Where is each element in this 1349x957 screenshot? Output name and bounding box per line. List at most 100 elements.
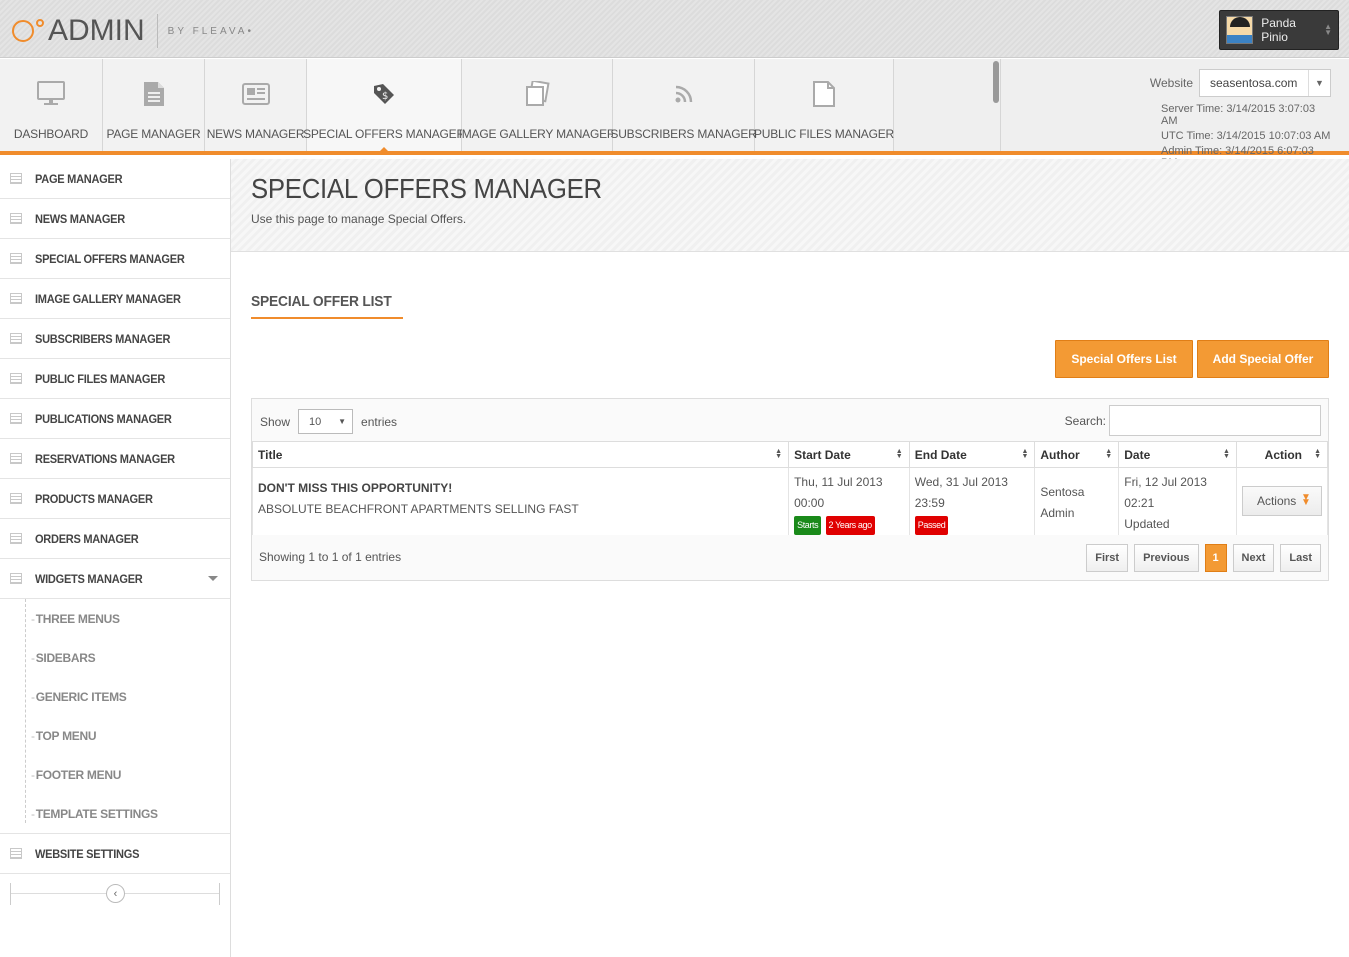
sidebar-item-page-manager[interactable]: PAGE MANAGER [0, 159, 230, 199]
nav-dashboard[interactable]: DASHBOARD [0, 59, 103, 151]
sidebar-subitem-template-settings[interactable]: - TEMPLATE SETTINGS [0, 794, 230, 833]
user-menu[interactable]: Panda Pinio ▲ ▼ [1219, 10, 1339, 50]
pagination: First Previous 1 Next Last [1080, 544, 1321, 572]
offer-subtitle: ABSOLUTE BEACHFRONT APARTMENTS SELLING F… [258, 502, 579, 516]
column-header-title[interactable]: Title ▲ ▼ [251, 441, 790, 468]
sidebar-subitem-three-menus[interactable]: - THREE MENUS [0, 599, 230, 638]
status-badge: Passed [914, 516, 949, 535]
pagination-previous[interactable]: Previous [1134, 544, 1199, 572]
column-header-end-date[interactable]: End Date ▲ ▼ [908, 441, 1036, 468]
sidebar-item-website-settings[interactable]: WEBSITE SETTINGS [0, 834, 230, 874]
sidebar-item-image-gallery-manager[interactable]: IMAGE GALLERY MANAGER [0, 279, 230, 319]
sort-icon: ▲ ▼ [1314, 448, 1321, 460]
sidebar-item-public-files-manager[interactable]: PUBLIC FILES MANAGER [0, 359, 230, 399]
nav-page-manager[interactable]: PAGE MANAGER [103, 59, 205, 151]
logo-divider [156, 14, 158, 48]
table-info: Showing 1 to 1 of 1 entries [259, 550, 402, 564]
special-offers-list-button[interactable]: Special Offers List [1055, 340, 1193, 378]
offers-table: Title ▲ ▼ Start Date ▲ ▼ End Date ▲ ▼ Author ▲ ▼… [251, 441, 1329, 542]
actions-dropdown-button[interactable]: Actions ▼ ▼ [1241, 486, 1322, 516]
sidebar-item-label: RESERVATIONS MANAGER [35, 451, 175, 466]
sidebar-item-reservations-manager[interactable]: RESERVATIONS MANAGER [0, 439, 230, 479]
sidebar-item-label: SUBSCRIBERS MANAGER [35, 331, 171, 346]
logo-by-text: BY FLEAVA• [167, 25, 254, 37]
grid-icon [10, 213, 22, 224]
entries-label: entries [361, 414, 398, 429]
search-control: Search: [1065, 405, 1321, 436]
cell-end-date: Wed, 31 Jul 2013 23:59 Passed [908, 467, 1036, 542]
sidebar-item-orders-manager[interactable]: ORDERS MANAGER [0, 519, 230, 559]
add-special-offer-button[interactable]: Add Special Offer [1197, 340, 1329, 378]
column-header-date[interactable]: Date ▲ ▼ [1118, 441, 1237, 468]
sidebar-subitem-label: THREE MENUS [35, 611, 120, 626]
pagination-first[interactable]: First [1086, 544, 1129, 572]
sidebar-item-label: PRODUCTS MANAGER [35, 491, 153, 506]
sidebar-item-subscribers-manager[interactable]: SUBSCRIBERS MANAGER [0, 319, 230, 359]
cell-start-date: Thu, 11 Jul 2013 00:00 Starts 2 Years ag… [788, 467, 910, 542]
sidebar-item-products-manager[interactable]: PRODUCTS MANAGER [0, 479, 230, 519]
sidebar-item-label: WIDGETS MANAGER [35, 571, 143, 586]
sidebar-subitem-label: TOP MENU [35, 728, 97, 743]
website-select[interactable]: seasentosa.com ▼ [1199, 69, 1331, 97]
utc-time: UTC Time: 3/14/2015 10:07:03 AM [1161, 130, 1331, 142]
page-length-select[interactable]: 10 ▼ [298, 409, 354, 434]
sidebar-subitem-generic-items[interactable]: - GENERIC ITEMS [0, 677, 230, 716]
sidebar-subitem-label: SIDEBARS [35, 650, 96, 665]
cell-author: Sentosa Admin [1034, 467, 1120, 542]
search-input[interactable] [1109, 405, 1321, 436]
file-icon [809, 79, 839, 109]
sidebar-item-label: PUBLIC FILES MANAGER [35, 371, 166, 386]
admin-logo[interactable]: ADMIN BY FLEAVA• [12, 14, 254, 48]
sidebar-item-news-manager[interactable]: NEWS MANAGER [0, 199, 230, 239]
sidebar-item-special-offers-manager[interactable]: SPECIAL OFFERS MANAGER [0, 239, 230, 279]
user-name: Panda Pinio [1261, 16, 1296, 44]
table-header-row: Title ▲ ▼ Start Date ▲ ▼ End Date ▲ ▼ Author ▲ ▼… [251, 441, 1329, 468]
table-controls: Show 10 ▼ entries Search: [252, 399, 1328, 441]
nav-image-gallery-manager[interactable]: IMAGE GALLERY MANAGER [459, 59, 616, 151]
pagination-next[interactable]: Next [1232, 544, 1275, 572]
sidebar-subitem-footer-menu[interactable]: - FOOTER MENU [0, 755, 230, 794]
column-header-author[interactable]: Author ▲ ▼ [1034, 441, 1120, 468]
pagination-last[interactable]: Last [1280, 544, 1321, 572]
sidebar-item-label: SPECIAL OFFERS MANAGER [35, 251, 185, 266]
sidebar-subitem-sidebars[interactable]: - SIDEBARS [0, 638, 230, 677]
nav-subscribers-manager[interactable]: SUBSCRIBERS MANAGER [610, 59, 757, 151]
nav-label: SUBSCRIBERS MANAGER [610, 127, 757, 141]
end-time: 23:59 [914, 496, 945, 510]
offer-title[interactable]: DON'T MISS THIS OPPORTUNITY! [258, 478, 783, 499]
cell-date: Fri, 12 Jul 2013 02:21 Updated [1118, 467, 1237, 542]
avatar [1226, 16, 1254, 44]
nav-news-manager[interactable]: NEWS MANAGER [205, 59, 307, 151]
updated-time: 02:21 [1124, 496, 1155, 510]
website-label: Website [1149, 76, 1193, 90]
cell-title: DON'T MISS THIS OPPORTUNITY! ABSOLUTE BE… [251, 467, 790, 542]
nav-special-offers-manager[interactable]: $ SPECIAL OFFERS MANAGER [303, 59, 465, 152]
caret-down-icon: ▼ [338, 417, 347, 426]
nav-public-files-manager[interactable]: PUBLIC FILES MANAGER [754, 59, 894, 151]
author-first: Sentosa [1040, 485, 1085, 499]
sidebar-item-label: ORDERS MANAGER [35, 531, 139, 546]
nav-scrollbar[interactable] [993, 61, 999, 103]
grid-icon [10, 293, 22, 304]
sidebar-item-widgets-manager[interactable]: WIDGETS MANAGER [0, 559, 230, 599]
main-nav: DASHBOARD PAGE MANAGER NEWS MANAGER $ SP… [0, 59, 1349, 169]
page-length-value: 10 [309, 415, 322, 428]
sidebar-item-publications-manager[interactable]: PUBLICATIONS MANAGER [0, 399, 230, 439]
top-bar: ADMIN BY FLEAVA• Panda Pinio ▲ ▼ [0, 0, 1349, 58]
monitor-icon [36, 79, 66, 109]
pagination-current-page[interactable]: 1 [1204, 544, 1227, 572]
website-selected-value: seasentosa.com [1210, 76, 1298, 90]
widgets-submenu: - THREE MENUS - SIDEBARS - GENERIC ITEMS -T… [0, 599, 230, 834]
page-length-control: Show 10 ▼ entries [260, 409, 397, 434]
sidebar-subitem-top-menu[interactable]: - TOP MENU [0, 716, 230, 755]
column-header-start-date[interactable]: Start Date ▲ ▼ [788, 441, 910, 468]
nav-divider [1000, 59, 1001, 151]
website-panel: Website seasentosa.com ▼ Server Time: 3/… [1131, 69, 1331, 169]
page-title: SPECIAL OFFERS MANAGER [251, 173, 602, 204]
page-subtitle: Use this page to manage Special Offers. [251, 212, 467, 226]
column-header-action[interactable]: Action ▲ ▼ [1235, 441, 1329, 468]
end-date: Wed, 31 Jul 2013 [914, 475, 1008, 489]
grid-icon [10, 413, 22, 424]
chevron-left-icon[interactable]: ‹ [106, 884, 125, 903]
grid-icon [10, 173, 22, 184]
